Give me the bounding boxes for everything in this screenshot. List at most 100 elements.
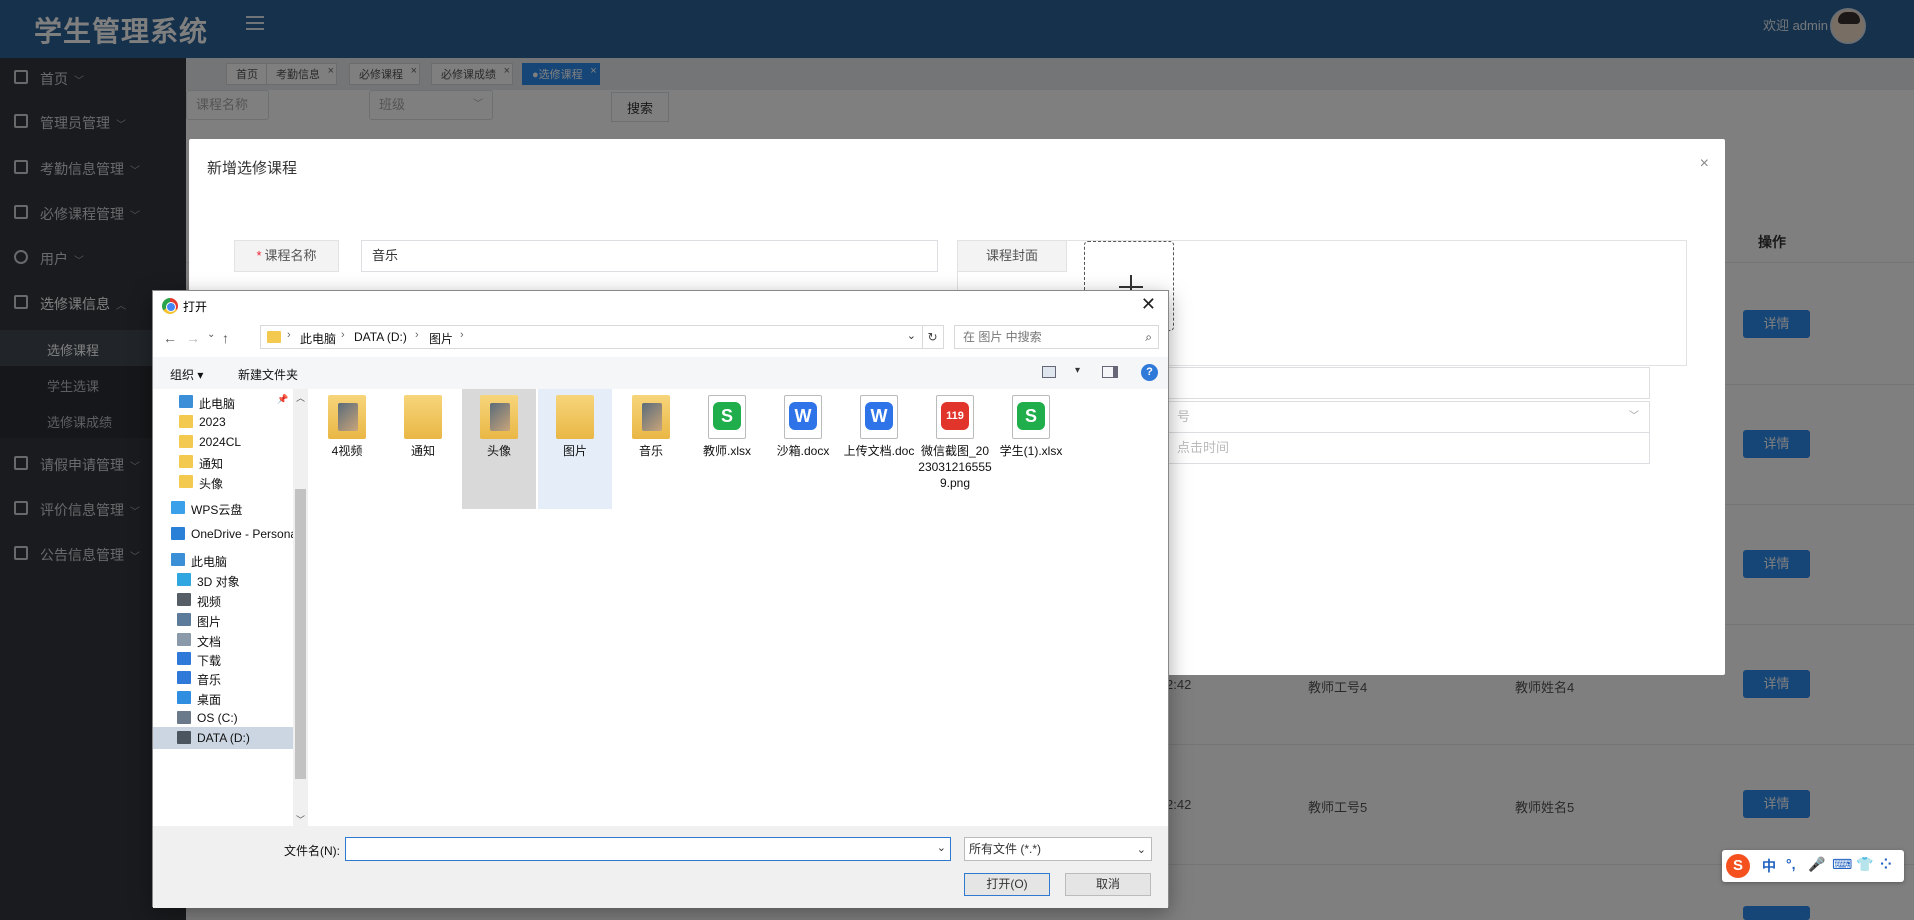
chevron-right-icon: ›	[341, 329, 345, 341]
tree-item[interactable]: 3D 对象	[153, 569, 293, 591]
ime-punctuation[interactable]: °,	[1786, 856, 1796, 872]
file-item[interactable]: 119 微信截图_20230312165559.png	[918, 389, 992, 509]
navigation-tree: 此电脑 📌 2023 2024CL 通知 头像 WPS云盘 OneDrive - Person…	[153, 389, 308, 826]
scroll-up-icon[interactable]: ︿	[296, 391, 305, 404]
tree-item-icon	[177, 711, 191, 724]
chevron-right-icon: ›	[287, 329, 291, 341]
preview-pane-icon[interactable]	[1102, 366, 1118, 378]
breadcrumb-item[interactable]: 图片	[429, 330, 453, 347]
folder-icon	[632, 395, 670, 439]
view-options-icon[interactable]	[1042, 366, 1056, 378]
chevron-down-icon: ﹀	[1629, 411, 1639, 422]
file-item[interactable]: 图片	[538, 389, 612, 509]
scroll-down-icon[interactable]: ﹀	[296, 813, 305, 826]
file-item[interactable]: W 上传文档.doc	[842, 389, 916, 509]
back-arrow-icon[interactable]: ←	[163, 330, 177, 346]
recent-dropdown-icon[interactable]: ⌄	[207, 329, 215, 340]
file-item[interactable]: S 教师.xlsx	[690, 389, 764, 509]
tree-item-icon	[179, 435, 193, 448]
file-open-dialog: 打开 ✕ ← → ⌄ ↑ › 此电脑 › DATA (D:) › 图片 › ⌄ …	[152, 290, 1169, 908]
folder-icon	[404, 395, 442, 439]
skin-icon[interactable]: 👕	[1856, 856, 1873, 873]
help-icon[interactable]: ?	[1141, 364, 1158, 381]
breadcrumb-item[interactable]: DATA (D:)	[354, 330, 407, 344]
organize-button[interactable]: 组织 ▾	[170, 366, 203, 383]
new-folder-button[interactable]: 新建文件夹	[238, 366, 298, 383]
refresh-icon[interactable]: ↻	[922, 325, 944, 349]
tree-item[interactable]: 此电脑 📌	[153, 391, 293, 413]
chevron-down-icon[interactable]: ▾	[1075, 365, 1080, 376]
keyboard-icon[interactable]: ⌨	[1832, 856, 1852, 873]
required-mark: *	[256, 248, 262, 263]
tree-item-icon	[177, 691, 191, 704]
dialog-toolbar: 组织 ▾ 新建文件夹 ▾ ?	[153, 357, 1168, 389]
tree-item[interactable]: DATA (D:)	[153, 727, 293, 749]
file-icon: S	[1012, 395, 1050, 439]
file-icon: W	[784, 395, 822, 439]
dialog-title: 打开	[183, 300, 208, 314]
folder-icon	[556, 395, 594, 439]
course-name-input[interactable]: 音乐	[361, 240, 938, 272]
chevron-down-icon: ⌄	[1136, 844, 1146, 856]
tree-item[interactable]: WPS云盘	[153, 497, 293, 519]
chevron-right-icon: ›	[460, 329, 464, 341]
form-select-field[interactable]: 号 ﹀	[1168, 401, 1650, 433]
tree-item[interactable]: 通知	[153, 451, 293, 473]
file-list: 4视频 通知 头像 图片 音乐 S 教师.xlsx W 沙箱.docx W 上传文档.doc 119 微…	[310, 389, 1168, 826]
tree-scrollbar-thumb[interactable]	[295, 489, 306, 779]
tree-item[interactable]: 此电脑	[153, 549, 293, 571]
sogou-ime-icon[interactable]: S	[1726, 854, 1750, 878]
pin-icon: 📌	[277, 394, 289, 404]
chevron-down-icon[interactable]: ⌄	[907, 329, 916, 342]
chevron-right-icon: ›	[415, 329, 419, 341]
tree-item-icon	[177, 593, 191, 606]
filename-input[interactable]: ⌄	[345, 837, 951, 861]
chevron-down-icon[interactable]: ⌄	[937, 841, 946, 854]
modal-close-icon[interactable]: ×	[1700, 155, 1709, 173]
tree-item-icon	[177, 652, 191, 665]
course-cover-label: 课程封面	[957, 240, 1067, 272]
tree-item[interactable]: 2023	[153, 411, 293, 433]
toolbox-icon[interactable]: ⁘	[1880, 856, 1892, 873]
filename-label: 文件名(N):	[284, 844, 340, 858]
tree-item-icon	[171, 553, 185, 566]
forward-arrow-icon[interactable]: →	[186, 330, 200, 346]
dialog-search-input[interactable]: 在 图片 中搜索 ⌕	[954, 325, 1159, 349]
modal-title: 新增选修课程	[207, 160, 298, 177]
folder-icon	[267, 331, 281, 343]
cancel-button[interactable]: 取消	[1065, 873, 1151, 896]
dialog-footer: 文件名(N): ⌄ 所有文件 (*.*) ⌄ 打开(O) 取消	[153, 826, 1168, 908]
ime-toolbar: S 中 °, 🎤 ⌨ 👕 ⁘	[1722, 850, 1904, 882]
microphone-icon[interactable]: 🎤	[1808, 856, 1825, 873]
tree-item[interactable]: 头像	[153, 471, 293, 493]
file-item[interactable]: 头像	[462, 389, 536, 509]
file-item[interactable]: S 学生(1).xlsx	[994, 389, 1068, 509]
dialog-close-icon[interactable]: ✕	[1141, 294, 1156, 315]
file-item[interactable]: 4视频	[310, 389, 384, 509]
filetype-select[interactable]: 所有文件 (*.*) ⌄	[964, 837, 1152, 861]
tree-item[interactable]: 音乐	[153, 667, 293, 689]
address-row: ← → ⌄ ↑ › 此电脑 › DATA (D:) › 图片 › ⌄ ↻ 在 图…	[153, 321, 1168, 357]
tree-item-icon	[179, 455, 193, 468]
tree-item[interactable]: 图片	[153, 609, 293, 631]
tree-item[interactable]: 视频	[153, 589, 293, 611]
file-item[interactable]: W 沙箱.docx	[766, 389, 840, 509]
form-date-field[interactable]: 点击时间	[1168, 432, 1650, 464]
search-icon: ⌕	[1145, 330, 1152, 344]
tree-item[interactable]: 桌面	[153, 687, 293, 709]
file-icon: S	[708, 395, 746, 439]
form-field[interactable]	[1168, 367, 1650, 399]
open-button[interactable]: 打开(O)	[964, 873, 1050, 896]
tree-item-icon	[179, 395, 193, 408]
tree-item[interactable]: 2024CL	[153, 431, 293, 453]
tree-item[interactable]: OS (C:)	[153, 707, 293, 729]
tree-item[interactable]: OneDrive - Personal	[153, 523, 300, 545]
ime-chinese-mode[interactable]: 中	[1762, 856, 1776, 876]
breadcrumb-item[interactable]: 此电脑	[300, 330, 336, 347]
address-bar[interactable]: › 此电脑 › DATA (D:) › 图片 › ⌄	[260, 325, 923, 349]
up-arrow-icon[interactable]: ↑	[222, 330, 229, 346]
file-item[interactable]: 音乐	[614, 389, 688, 509]
tree-item-icon	[179, 415, 193, 428]
file-icon: 119	[936, 395, 974, 439]
file-item[interactable]: 通知	[386, 389, 460, 509]
